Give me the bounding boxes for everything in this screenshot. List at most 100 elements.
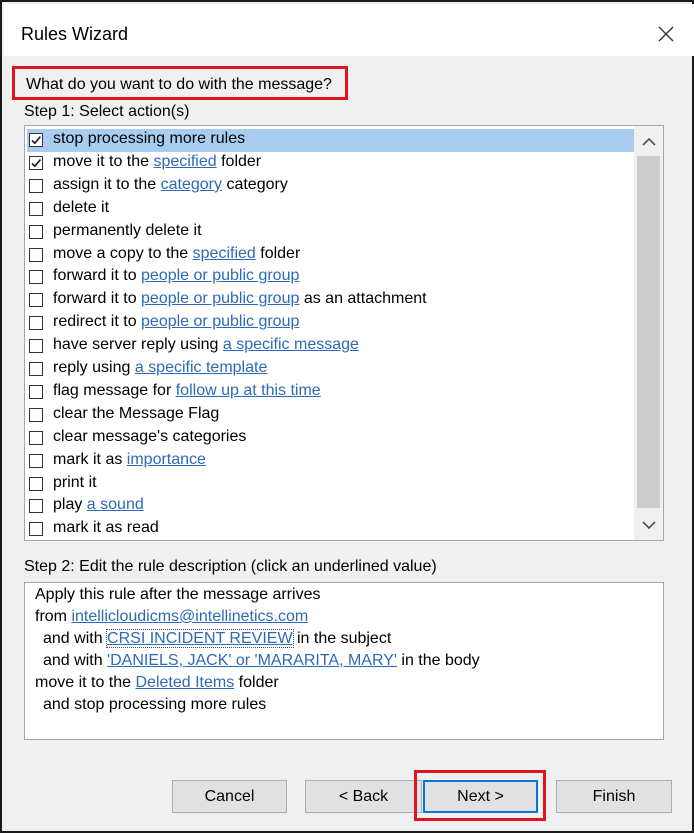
underlined-value-link[interactable]: category: [161, 176, 222, 193]
action-item[interactable]: stop processing more rules: [27, 129, 635, 152]
text-segment: folder: [255, 244, 301, 262]
checkbox-icon[interactable]: [29, 430, 43, 445]
action-item[interactable]: reply using a specific template: [27, 358, 635, 381]
action-item[interactable]: move a copy to the specified folder: [27, 244, 635, 267]
step1-label: Step 1: Select action(s): [24, 103, 190, 120]
title-bar: Rules Wizard: [4, 4, 694, 56]
actions-list[interactable]: stop processing more rules move it to the…: [24, 125, 664, 541]
scrollbar-thumb[interactable]: [637, 156, 660, 508]
action-label: forward it to people or public group: [53, 267, 299, 285]
text-segment: stop processing more rules: [53, 130, 246, 147]
action-item[interactable]: mark it as importance: [27, 450, 635, 473]
description-line: and stop processing more rules: [43, 696, 266, 714]
text-segment: folder: [216, 152, 262, 170]
underlined-value-link[interactable]: importance: [127, 451, 206, 468]
checkbox-icon[interactable]: [29, 270, 43, 285]
checkbox-icon[interactable]: [29, 224, 43, 239]
underlined-value-link[interactable]: a specific message: [223, 336, 359, 353]
underlined-value-link[interactable]: a specific template: [135, 359, 268, 376]
checkbox-checked-icon[interactable]: [29, 155, 43, 170]
scroll-down-icon[interactable]: [641, 518, 657, 532]
action-item[interactable]: flag message for follow up at this time: [27, 381, 635, 404]
action-item[interactable]: assign it to the category category: [27, 175, 635, 198]
checkbox-icon[interactable]: [29, 499, 43, 514]
text-segment: mark it as read: [53, 519, 159, 537]
underlined-value-link[interactable]: Deleted Items: [136, 674, 235, 691]
underlined-value-link[interactable]: people or public group: [141, 313, 299, 330]
text-segment: play: [53, 496, 87, 514]
description-line: and with 'DANIELS, JACK' or 'MARARITA, M…: [43, 652, 480, 670]
checkbox-checked-icon[interactable]: [29, 133, 43, 147]
text-segment: and stop processing more rules: [43, 696, 267, 713]
action-label: mark it as importance: [53, 451, 206, 469]
underlined-value-link[interactable]: follow up at this time: [176, 382, 321, 399]
action-item[interactable]: mark it as read: [27, 518, 635, 540]
action-item[interactable]: forward it to people or public group as …: [27, 289, 635, 312]
underlined-value-link[interactable]: intellicloudicms@intellinetics.com: [71, 608, 308, 625]
checkbox-icon[interactable]: [29, 384, 43, 399]
back-button[interactable]: < Back: [305, 780, 422, 813]
text-segment: redirect it to: [53, 313, 142, 331]
checkbox-icon[interactable]: [29, 476, 43, 491]
action-item[interactable]: have server reply using a specific messa…: [27, 335, 635, 358]
text-segment: in the subject: [292, 630, 392, 647]
description-line: move it to the Deleted Items folder: [35, 674, 279, 692]
action-label: print it: [53, 474, 97, 492]
action-item[interactable]: redirect it to people or public group: [27, 312, 635, 335]
text-segment: flag message for: [53, 381, 176, 399]
checkbox-icon[interactable]: [29, 453, 43, 468]
scroll-up-icon[interactable]: [641, 135, 657, 149]
text-segment: Apply this rule after the message arrive…: [35, 586, 321, 603]
step2-label: Step 2: Edit the rule description (click…: [24, 558, 437, 575]
underlined-value-link[interactable]: specified: [193, 245, 256, 262]
text-segment: category: [222, 175, 288, 193]
action-label: stop processing more rules: [53, 130, 245, 148]
checkbox-icon[interactable]: [29, 201, 43, 216]
checkbox-icon[interactable]: [29, 178, 43, 193]
action-label: move it to the specified folder: [53, 153, 261, 171]
action-label: assign it to the category category: [53, 176, 288, 194]
cancel-button[interactable]: Cancel: [172, 780, 287, 813]
text-segment: delete it: [53, 198, 110, 216]
text-segment: move a copy to the: [53, 244, 193, 262]
underlined-value-link[interactable]: specified: [154, 153, 217, 170]
checkbox-icon[interactable]: [29, 293, 43, 308]
action-label: forward it to people or public group as …: [53, 290, 427, 308]
text-segment: folder: [234, 674, 279, 691]
checkbox-icon[interactable]: [29, 316, 43, 331]
action-item[interactable]: delete it: [27, 198, 635, 221]
underlined-value-link[interactable]: people or public group: [141, 267, 299, 284]
checkbox-icon[interactable]: [29, 522, 43, 537]
text-segment: mark it as: [53, 450, 127, 468]
checkbox-icon[interactable]: [29, 362, 43, 376]
underlined-value-link[interactable]: CRSI INCIDENT REVIEW: [106, 629, 294, 648]
action-item[interactable]: print it: [27, 473, 635, 496]
description-line: from intellicloudicms@intellinetics.com: [35, 608, 308, 626]
question-heading: What do you want to do with the message?: [12, 66, 348, 100]
checkbox-icon[interactable]: [29, 247, 43, 262]
checkbox-icon[interactable]: [29, 407, 43, 422]
text-segment: assign it to the: [53, 175, 161, 193]
text-segment: clear the Message Flag: [53, 404, 220, 422]
text-segment: and with: [43, 630, 108, 647]
description-line: Apply this rule after the message arrive…: [35, 586, 320, 604]
close-icon[interactable]: [650, 18, 682, 50]
text-segment: have server reply using: [53, 336, 223, 354]
text-segment: clear message's categories: [53, 427, 247, 445]
checkbox-icon[interactable]: [29, 339, 43, 354]
action-item[interactable]: move it to the specified folder: [27, 152, 635, 175]
finish-button[interactable]: Finish: [556, 780, 672, 813]
underlined-value-link[interactable]: people or public group: [141, 290, 299, 307]
action-item[interactable]: forward it to people or public group: [27, 266, 635, 289]
action-item[interactable]: clear the Message Flag: [27, 404, 635, 427]
actions-scrollbar[interactable]: [634, 126, 663, 540]
action-label: mark it as read: [53, 519, 159, 537]
action-label: clear message's categories: [53, 428, 246, 446]
text-segment: forward it to: [53, 290, 142, 308]
action-item[interactable]: play a sound: [27, 495, 635, 518]
action-item[interactable]: clear message's categories: [27, 427, 635, 450]
underlined-value-link[interactable]: a sound: [87, 496, 144, 513]
text-segment: move it to the: [53, 152, 154, 170]
action-item[interactable]: permanently delete it: [27, 221, 635, 244]
underlined-value-link[interactable]: 'DANIELS, JACK' or 'MARARITA, MARY': [107, 652, 397, 669]
